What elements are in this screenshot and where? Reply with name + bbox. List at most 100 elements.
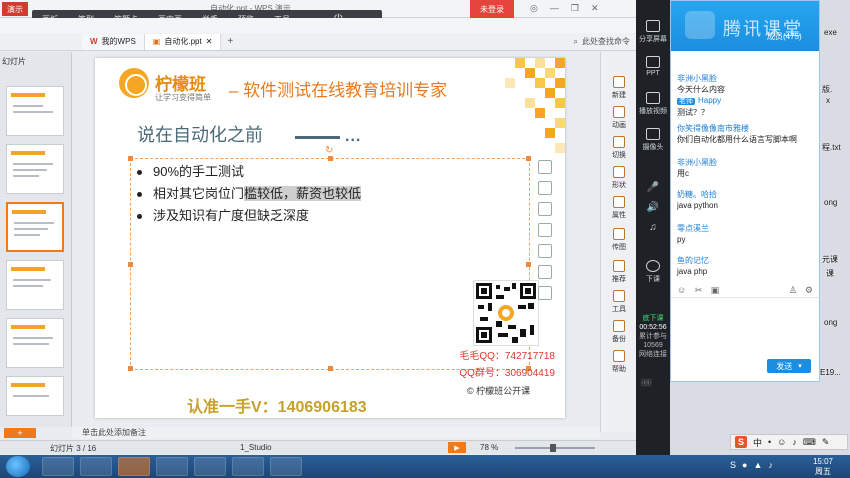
message-text: py xyxy=(677,235,686,244)
task-animation[interactable]: 动画 xyxy=(605,106,633,130)
settings-icon[interactable]: ⚙ xyxy=(805,285,813,296)
taskbar-app-game[interactable] xyxy=(194,457,226,476)
chat-input[interactable] xyxy=(671,297,819,357)
wechat-tray-icon[interactable]: ● xyxy=(742,460,747,470)
login-button[interactable]: 未登录 xyxy=(470,0,514,18)
slide-thumbnail-5[interactable] xyxy=(6,318,64,368)
taskbar-app-folder[interactable] xyxy=(270,457,302,476)
notes-placeholder[interactable]: 单击此处添加备注 xyxy=(72,427,600,439)
desktop-icon-label[interactable]: 版. xyxy=(822,84,832,95)
wps-logo[interactable]: 演示 xyxy=(2,2,28,16)
resize-handle[interactable] xyxy=(128,366,133,371)
voice-icon[interactable]: ♪ xyxy=(792,437,797,447)
system-clock[interactable]: 15:07 周五 xyxy=(800,457,846,477)
attendance-count: 10569 xyxy=(643,342,663,349)
volume-tray-icon[interactable]: ♪ xyxy=(768,460,773,470)
emoji-icon[interactable]: ☺ xyxy=(777,437,786,447)
taskbar-app-presentation[interactable] xyxy=(80,457,112,476)
desktop-icon-label[interactable]: x xyxy=(826,96,830,105)
task-recommend[interactable]: 推荐 xyxy=(605,260,633,284)
music-icon[interactable]: ♫ xyxy=(637,222,669,233)
task-tools[interactable]: 工具 xyxy=(605,290,633,314)
slide-thumbnail-2[interactable] xyxy=(6,144,64,194)
chevron-down-icon[interactable]: ▾ xyxy=(798,362,802,370)
ppt-button[interactable]: PPT xyxy=(637,56,669,77)
command-search[interactable]: ⌕ 此处查找命令 xyxy=(574,36,630,47)
emoji-icon[interactable]: ☺ xyxy=(677,285,686,295)
desktop-icon-label[interactable]: E19... xyxy=(820,368,841,377)
taskbar-app-screen[interactable] xyxy=(42,457,74,476)
pen-icon[interactable] xyxy=(538,181,552,195)
desktop-icon-label[interactable]: 元课 xyxy=(822,254,838,265)
scissors-icon[interactable]: ✂ xyxy=(695,285,703,295)
slide-thumbnail-1[interactable] xyxy=(6,86,64,136)
font-icon[interactable] xyxy=(538,265,552,279)
slide-canvas[interactable]: 柠檬班 让学习变得简单 – 软件测试在线教育培训专家 说在自动化之前 ... ↻… xyxy=(95,58,565,418)
zoom-thumb[interactable] xyxy=(550,444,556,452)
desktop-icon-label[interactable]: 程.txt xyxy=(822,142,841,153)
sogou-tray-icon[interactable]: S xyxy=(730,460,736,470)
camera-button[interactable]: 摄像头 xyxy=(637,128,669,152)
ime-language[interactable]: 中 xyxy=(753,436,762,449)
task-backup[interactable]: 备份 xyxy=(605,320,633,344)
resize-handle[interactable] xyxy=(526,156,531,161)
add-slide-button[interactable]: + xyxy=(4,428,36,438)
task-new[interactable]: 新建 xyxy=(605,76,633,100)
sidebar-label: 播放视频 xyxy=(639,108,667,115)
resize-handle[interactable] xyxy=(128,262,133,267)
image-icon[interactable]: ▣ xyxy=(711,285,720,295)
new-icon xyxy=(613,76,625,88)
desktop-icon-label[interactable]: exe xyxy=(824,28,837,37)
minus-icon[interactable] xyxy=(538,160,552,174)
task-shape[interactable]: 形状 xyxy=(605,166,633,190)
resize-handle[interactable] xyxy=(328,366,333,371)
share-screen-button[interactable]: 分享屏幕 xyxy=(637,20,669,44)
minimize-icon[interactable]: — xyxy=(550,3,559,14)
skin-icon[interactable]: ◎ xyxy=(530,3,538,14)
taskbar-app-chrome[interactable] xyxy=(156,457,188,476)
slide-thumbnail-6[interactable] xyxy=(6,376,64,416)
new-tab-icon[interactable]: + xyxy=(221,36,239,47)
task-upload-image[interactable]: 传图 xyxy=(605,228,633,252)
edit-icon[interactable] xyxy=(538,223,552,237)
desktop-icon-label[interactable]: ong xyxy=(824,318,837,327)
restore-icon[interactable]: ❐ xyxy=(571,3,579,14)
crop-icon[interactable] xyxy=(538,286,552,300)
desktop-icon-label[interactable]: 课 xyxy=(826,268,834,279)
task-transition[interactable]: 切换 xyxy=(605,136,633,160)
person-icon[interactable]: ♙ xyxy=(789,285,797,296)
mic-icon[interactable]: 🎤 xyxy=(637,182,669,193)
slide-thumbnail-3[interactable] xyxy=(6,202,64,252)
punctuation-icon[interactable]: • xyxy=(768,437,771,447)
slide-thumbnail-4[interactable] xyxy=(6,260,64,310)
keyboard-icon[interactable]: ⌨ xyxy=(803,437,816,448)
resize-handle[interactable] xyxy=(328,156,333,161)
taskbar-app-media[interactable] xyxy=(232,457,264,476)
speaker-icon[interactable]: 🔊 xyxy=(637,202,669,213)
sogou-logo-icon[interactable]: S xyxy=(735,436,747,448)
rotate-handle-icon[interactable]: ↻ xyxy=(325,145,333,156)
tab-my-wps[interactable]: W 我的WPS xyxy=(82,33,145,50)
sender-name: 你笑得像像南市雅楼 xyxy=(677,124,749,133)
resize-handle[interactable] xyxy=(526,262,531,267)
resize-handle[interactable] xyxy=(128,156,133,161)
tools-icon[interactable]: ✎ xyxy=(822,437,830,448)
task-properties[interactable]: 属性 xyxy=(605,196,633,220)
tencent-class-logo-icon xyxy=(685,11,715,39)
fill-icon[interactable] xyxy=(538,202,552,216)
play-slideshow-icon[interactable]: ▶ xyxy=(448,442,466,453)
tab-close-icon[interactable]: ✕ xyxy=(206,37,213,46)
network-tray-icon[interactable]: ▲ xyxy=(753,460,762,470)
layers-icon[interactable] xyxy=(538,244,552,258)
task-help[interactable]: 帮助 xyxy=(605,350,633,374)
end-class-button[interactable]: 下课 xyxy=(637,260,669,284)
send-button[interactable]: 发送 ▾ xyxy=(767,359,811,373)
taskbar-app-wps[interactable] xyxy=(118,457,150,476)
tab-document[interactable]: ▣ 自动化.ppt ✕ xyxy=(144,33,222,50)
desktop-icon-label[interactable]: ong xyxy=(824,198,837,207)
play-video-button[interactable]: 播放视频 xyxy=(637,92,669,116)
start-button[interactable] xyxy=(6,456,30,477)
close-icon[interactable]: ✕ xyxy=(591,3,599,14)
member-count[interactable]: 成员(475) xyxy=(767,31,802,42)
desktop-icon-label[interactable]: .txt xyxy=(640,378,651,387)
